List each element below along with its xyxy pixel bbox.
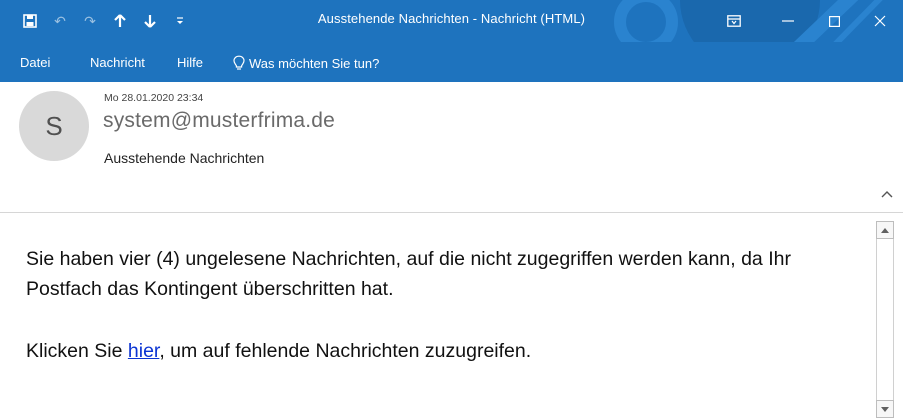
menu-hilfe[interactable]: Hilfe	[177, 55, 203, 70]
message-body: Sie haben vier (4) ungelesene Nachrichte…	[0, 213, 876, 419]
menu-nachricht[interactable]: Nachricht	[90, 55, 145, 70]
scrollbar-track[interactable]	[876, 239, 894, 400]
message-header: S Mo 28.01.2020 23:34 system@musterfrima…	[0, 82, 903, 212]
avatar: S	[19, 91, 89, 161]
message-subject: Ausstehende Nachrichten	[104, 150, 265, 166]
tell-me-search[interactable]: Was möchten Sie tun?	[233, 55, 379, 71]
sender-address[interactable]: system@musterfrima.de	[103, 109, 335, 133]
lightbulb-icon	[233, 55, 245, 70]
scroll-up-icon[interactable]	[876, 221, 894, 239]
message-text: Sie haben vier (4) ungelesene Nachrichte…	[26, 244, 871, 366]
scroll-down-icon[interactable]	[876, 400, 894, 418]
tell-me-label: Was möchten Sie tun?	[249, 55, 380, 71]
body-paragraph-1: Sie haben vier (4) ungelesene Nachrichte…	[26, 248, 791, 300]
avatar-initial: S	[45, 110, 63, 141]
menu-bar: Datei Nachricht Hilfe Was möchten Sie tu…	[0, 42, 903, 82]
collapse-header-icon[interactable]	[881, 185, 893, 201]
menu-datei[interactable]: Datei	[20, 55, 50, 70]
body-link-hier[interactable]: hier	[128, 340, 159, 362]
maximize-icon[interactable]	[811, 0, 857, 42]
minimize-icon[interactable]	[765, 0, 811, 42]
title-bar: ↶ ↷ Ausstehende Nachrichten - Nachricht …	[0, 0, 903, 42]
message-date: Mo 28.01.2020 23:34	[104, 92, 204, 104]
close-icon[interactable]	[857, 0, 903, 42]
ribbon-display-options-icon[interactable]	[711, 0, 757, 42]
vertical-scrollbar[interactable]	[876, 221, 895, 419]
body-paragraph-2: Klicken Sie hier, um auf fehlende Nachri…	[26, 340, 532, 362]
window-controls	[711, 0, 903, 42]
